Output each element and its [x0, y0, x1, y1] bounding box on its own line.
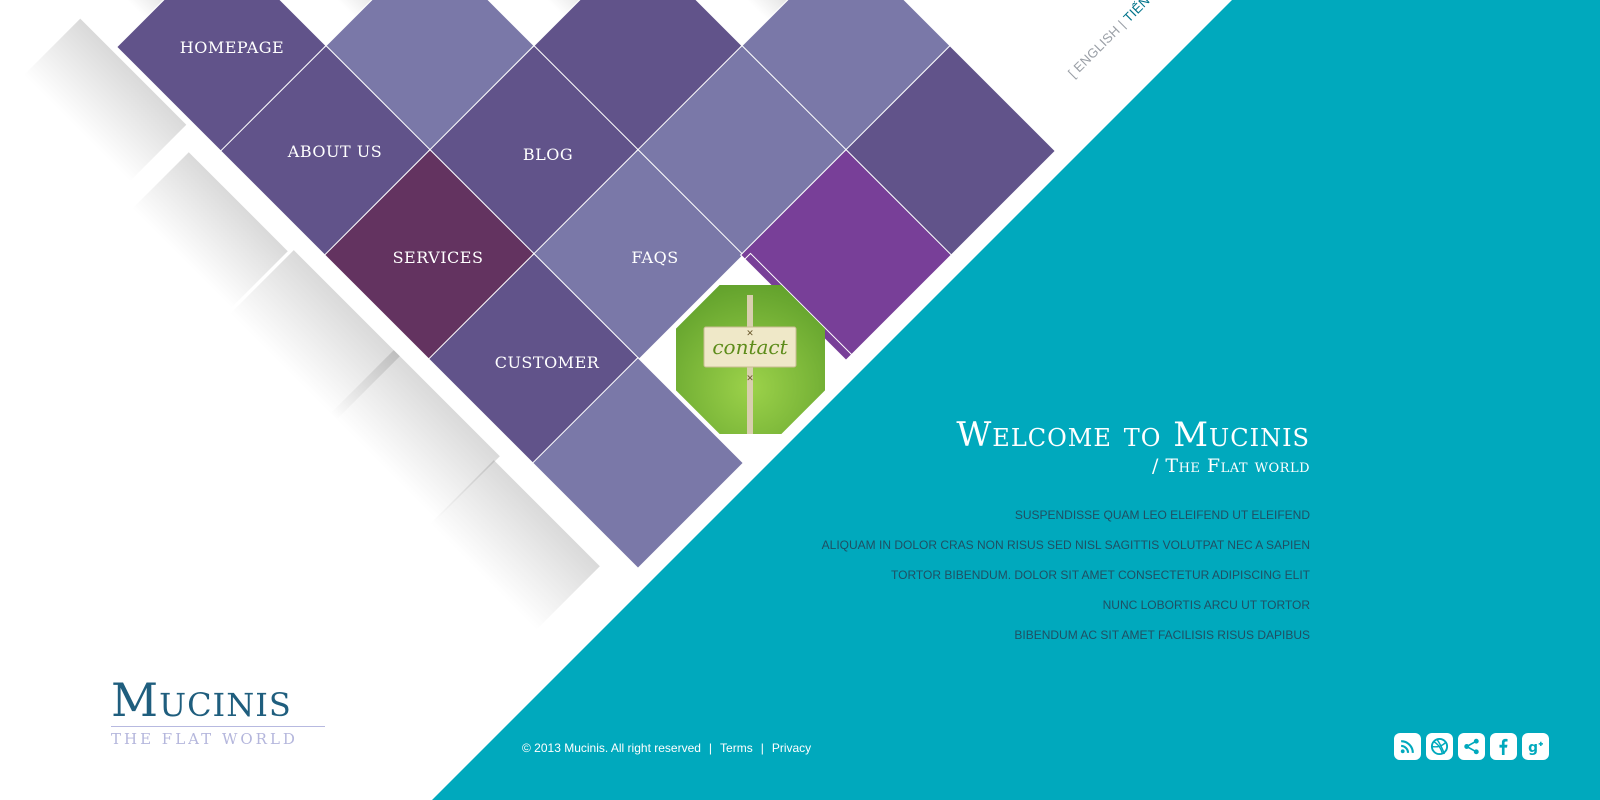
svg-text:✕: ✕ [746, 329, 754, 339]
social-links: g [1394, 733, 1549, 760]
page: contact ✕ ✕ HOMEPAGE ABOUT US BLOG SERVI… [0, 0, 1600, 800]
share-icon[interactable] [1458, 733, 1485, 760]
google-plus-icon[interactable]: g [1522, 733, 1549, 760]
dribbble-icon[interactable] [1426, 733, 1453, 760]
footer-separator: | [708, 741, 713, 755]
terms-link[interactable]: Terms [720, 741, 753, 755]
intro-line: BIBENDUM AC SIT AMET FACILISIS RISUS DAP… [1014, 628, 1310, 642]
svg-text:g: g [1528, 740, 1538, 755]
copyright-text: © 2013 Mucinis. All right reserved [522, 741, 701, 755]
welcome-block: Welcome to Mucinis / The Flat world [956, 416, 1310, 478]
logo[interactable]: Mucinis THE FLAT WORLD [111, 676, 325, 749]
footer: © 2013 Mucinis. All right reserved | Terms… [522, 741, 811, 755]
footer-separator: | [760, 741, 764, 755]
intro-line: ALIQUAM IN DOLOR CRAS NON RISUS SED NISL… [821, 538, 1310, 552]
nav-faqs[interactable]: FAQS [555, 248, 755, 268]
lang-vietnamese[interactable]: TIẾNG VIỆT [1120, 0, 1184, 25]
nav-services[interactable]: SERVICES [338, 248, 538, 268]
nav-homepage[interactable]: HOMEPAGE [132, 38, 332, 58]
nav-blog[interactable]: BLOG [448, 145, 648, 165]
nav-customer[interactable]: CUSTOMER [447, 353, 647, 373]
intro-line: NUNC LOBORTIS ARCU UT TORTOR [1102, 598, 1310, 612]
svg-text:✕: ✕ [746, 374, 754, 384]
intro-text: SUSPENDISSE QUAM LEO ELEIFEND UT ELEIFEN… [822, 507, 1310, 657]
welcome-subtitle: / The Flat world [1151, 455, 1310, 477]
welcome-title: Welcome to Mucinis [956, 415, 1310, 455]
contact-sign-image: contact ✕ ✕ [676, 285, 825, 434]
logo-name: Mucinis [111, 673, 292, 727]
privacy-link[interactable]: Privacy [772, 741, 811, 755]
lang-english[interactable]: ENGLISH [1071, 23, 1123, 75]
intro-line: SUSPENDISSE QUAM LEO ELEIFEND UT ELEIFEN… [1014, 508, 1310, 522]
intro-line: TORTOR BIBENDUM. DOLOR SIT AMET CONSECTE… [891, 568, 1310, 582]
nav-about-us[interactable]: ABOUT US [235, 142, 435, 162]
logo-tagline: THE FLAT WORLD [111, 730, 298, 748]
rss-icon[interactable] [1394, 733, 1421, 760]
facebook-icon[interactable] [1490, 733, 1517, 760]
